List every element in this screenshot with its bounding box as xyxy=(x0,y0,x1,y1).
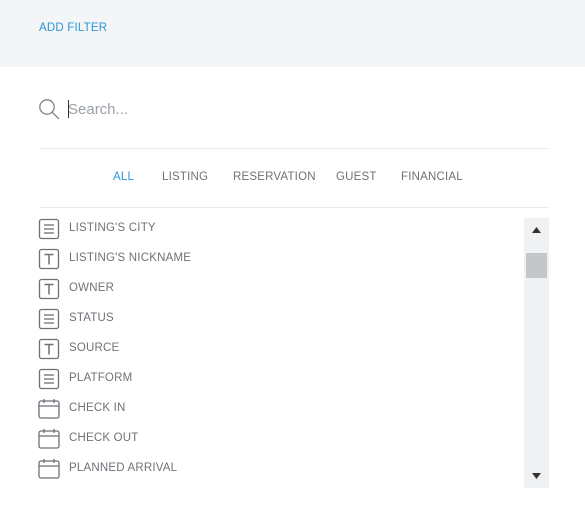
tab-financial[interactable]: FINANCIAL xyxy=(401,171,463,183)
text-icon xyxy=(38,338,60,360)
field-list: LISTING'S CITY LISTING'S NICKNAME OW xyxy=(38,218,518,488)
filter-header: ADD FILTER xyxy=(0,0,585,67)
scroll-up-arrow-icon[interactable] xyxy=(524,218,549,240)
scroll-down-arrow-icon[interactable] xyxy=(524,466,549,488)
list-icon xyxy=(38,308,60,330)
list-item-label: PLATFORM xyxy=(69,372,132,384)
calendar-icon xyxy=(38,428,60,450)
list-item-label: SOURCE xyxy=(69,342,119,354)
text-icon xyxy=(38,278,60,300)
list-item[interactable]: CHECK OUT xyxy=(38,428,518,450)
list-item[interactable]: SOURCE xyxy=(38,338,518,360)
list-item-label: PLANNED ARRIVAL xyxy=(69,462,177,474)
search-divider xyxy=(40,148,549,149)
list-item[interactable]: PLANNED ARRIVAL xyxy=(38,458,518,480)
list-item[interactable]: LISTING'S NICKNAME xyxy=(38,248,518,270)
list-icon xyxy=(38,368,60,390)
list-item-label: LISTING'S NICKNAME xyxy=(69,252,191,264)
add-filter-button[interactable]: ADD FILTER xyxy=(39,22,107,34)
list-item-label: OWNER xyxy=(69,282,114,294)
search-icon xyxy=(38,98,60,120)
text-icon xyxy=(38,248,60,270)
text-cursor xyxy=(68,100,69,118)
tab-all[interactable]: ALL xyxy=(113,171,134,183)
calendar-icon xyxy=(38,458,60,480)
search-input[interactable] xyxy=(68,96,538,122)
list-item-label: CHECK OUT xyxy=(69,432,139,444)
list-item-label: STATUS xyxy=(69,312,114,324)
list-icon xyxy=(38,218,60,240)
tab-reservation[interactable]: RESERVATION xyxy=(233,171,316,183)
calendar-icon xyxy=(38,398,60,420)
tab-guest[interactable]: GUEST xyxy=(336,171,377,183)
scrollbar[interactable] xyxy=(524,218,549,488)
list-item[interactable]: STATUS xyxy=(38,308,518,330)
filter-dropdown-panel: ALL LISTING RESERVATION GUEST FINANCIAL … xyxy=(0,67,585,514)
list-item-label: LISTING'S CITY xyxy=(69,222,156,234)
list-item[interactable]: LISTING'S CITY xyxy=(38,218,518,240)
scrollbar-thumb[interactable] xyxy=(526,253,547,278)
list-item[interactable]: CHECK IN xyxy=(38,398,518,420)
search-bar xyxy=(38,96,549,122)
list-item[interactable]: OWNER xyxy=(38,278,518,300)
tabs-divider xyxy=(40,207,549,208)
category-tabs: ALL LISTING RESERVATION GUEST FINANCIAL xyxy=(0,171,585,187)
list-item[interactable]: PLATFORM xyxy=(38,368,518,390)
list-item-label: CHECK IN xyxy=(69,402,126,414)
tab-listing[interactable]: LISTING xyxy=(162,171,208,183)
